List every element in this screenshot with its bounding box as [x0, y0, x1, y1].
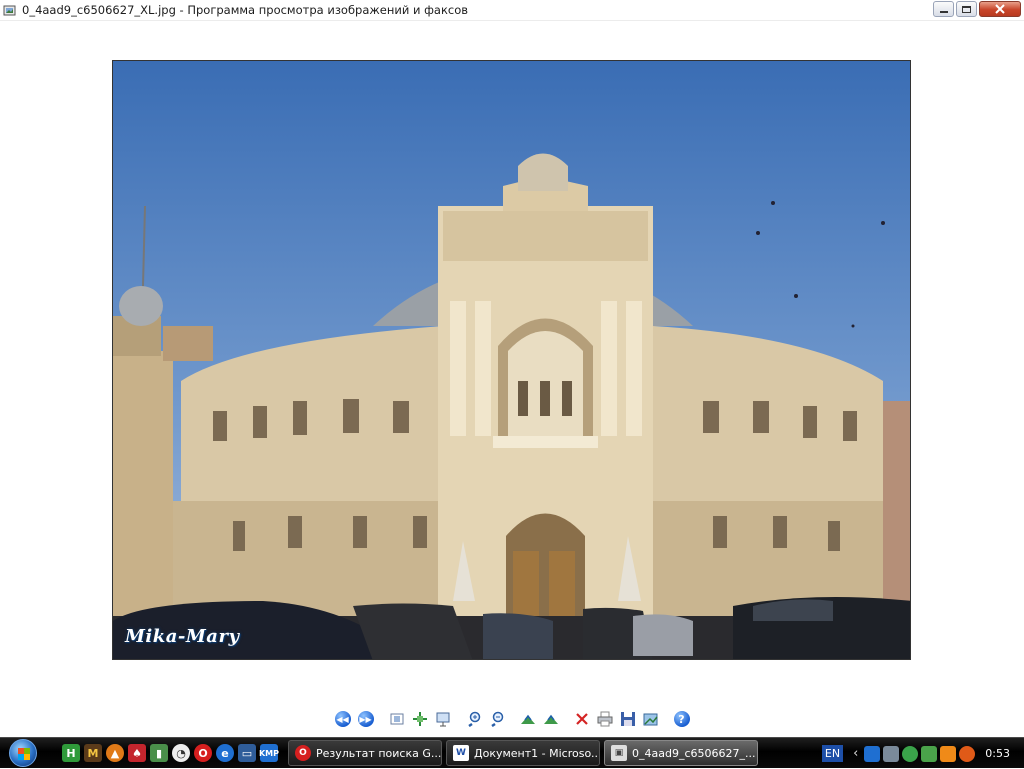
print-button[interactable]	[595, 709, 615, 729]
zoom-out-button[interactable]	[487, 709, 507, 729]
taskbar-item-image-viewer[interactable]: ▣ 0_4aad9_c6506627_...	[604, 740, 758, 766]
watermark: Mika-Mary	[125, 626, 240, 647]
image-viewer-icon	[3, 3, 17, 17]
next-image-icon: ▶▶	[357, 711, 374, 727]
window-title: 0_4aad9_c6506627_XL.jpg - Программа прос…	[22, 3, 469, 17]
previous-image-button[interactable]: ◀◀	[333, 709, 353, 729]
start-button[interactable]	[0, 738, 46, 769]
next-image-button[interactable]: ▶▶	[356, 709, 376, 729]
show-desktop-icon[interactable]: ▭	[238, 744, 256, 762]
help-icon: ?	[673, 711, 690, 727]
windows-logo-icon	[9, 739, 37, 767]
maximize-icon	[962, 5, 971, 13]
taskbar-item-opera[interactable]: O Результат поиска G...	[288, 740, 442, 766]
maximize-button[interactable]	[956, 1, 977, 17]
quick-launch-app-icon[interactable]: KMP	[259, 744, 279, 762]
taskbar-item-label: Документ1 - Microso...	[474, 746, 600, 760]
quick-launch-app-icon[interactable]: ▮	[150, 744, 168, 762]
clock[interactable]: 0:53	[985, 747, 1010, 760]
quick-launch-app-icon[interactable]: Н	[62, 744, 80, 762]
tray-app-icon[interactable]	[959, 745, 976, 762]
image-viewer-icon: ▣	[611, 745, 627, 761]
save-button[interactable]	[618, 709, 638, 729]
opera-icon: O	[295, 745, 311, 761]
previous-image-icon: ◀◀	[334, 711, 351, 727]
taskbar-item-word[interactable]: W Документ1 - Microso...	[446, 740, 600, 766]
media-player-icon[interactable]	[940, 745, 957, 762]
opera-icon[interactable]: O	[194, 744, 212, 762]
image-viewer-area: Mika-Mary	[0, 21, 1024, 737]
network-icon[interactable]	[883, 745, 900, 762]
rotate-counterclockwise-icon	[543, 714, 558, 724]
best-fit-button[interactable]	[387, 709, 407, 729]
tray-app-icon[interactable]	[902, 745, 919, 762]
rotate-clockwise-button[interactable]	[518, 709, 538, 729]
quick-launch-app-icon[interactable]: ♠	[128, 744, 146, 762]
language-indicator[interactable]: EN	[821, 745, 844, 762]
rotate-clockwise-icon	[520, 714, 535, 724]
zoom-in-button[interactable]	[464, 709, 484, 729]
minimize-icon	[939, 11, 948, 13]
close-icon	[995, 4, 1005, 14]
slideshow-icon	[436, 712, 449, 727]
edit-icon	[643, 713, 658, 726]
quick-launch: Н M ▲ ♠ ▮ ◔ O e ▭ KMP	[46, 744, 288, 762]
quick-launch-app-icon[interactable]: ◔	[172, 744, 190, 762]
zoom-out-icon	[490, 711, 503, 727]
delete-icon	[575, 713, 588, 725]
close-window-button[interactable]	[979, 1, 1021, 17]
displayed-photo: Mika-Mary	[112, 60, 911, 660]
title-bar: 0_4aad9_c6506627_XL.jpg - Программа прос…	[0, 0, 1024, 21]
quick-launch-app-icon[interactable]: M	[84, 744, 102, 762]
actual-size-button[interactable]	[410, 709, 430, 729]
internet-explorer-icon[interactable]: e	[216, 744, 234, 762]
quick-launch-app-icon[interactable]: ▲	[106, 744, 124, 762]
save-icon	[620, 712, 635, 726]
best-fit-icon	[390, 713, 403, 725]
taskbar-item-label: Результат поиска G...	[316, 746, 442, 760]
system-tray: EN ‹ 0:53	[821, 738, 1024, 769]
taskbar-item-label: 0_4aad9_c6506627_...	[632, 746, 756, 760]
actual-size-icon	[412, 712, 427, 726]
help-button[interactable]: ?	[672, 709, 692, 729]
show-hidden-icons-button[interactable]: ‹	[853, 746, 858, 761]
edit-button[interactable]	[641, 709, 661, 729]
zoom-in-icon	[467, 711, 480, 727]
minimize-button[interactable]	[933, 1, 954, 17]
slideshow-button[interactable]	[433, 709, 453, 729]
rotate-counterclockwise-button[interactable]	[541, 709, 561, 729]
viewer-toolbar: ◀◀ ▶▶ ?	[0, 709, 1024, 729]
taskbar: Н M ▲ ♠ ▮ ◔ O e ▭ KMP O Результат поиска…	[0, 737, 1024, 768]
word-icon: W	[453, 745, 469, 761]
delete-button[interactable]	[572, 709, 592, 729]
tray-app-icon[interactable]	[921, 745, 938, 762]
print-icon	[597, 711, 612, 727]
tray-app-icon[interactable]	[864, 745, 881, 762]
